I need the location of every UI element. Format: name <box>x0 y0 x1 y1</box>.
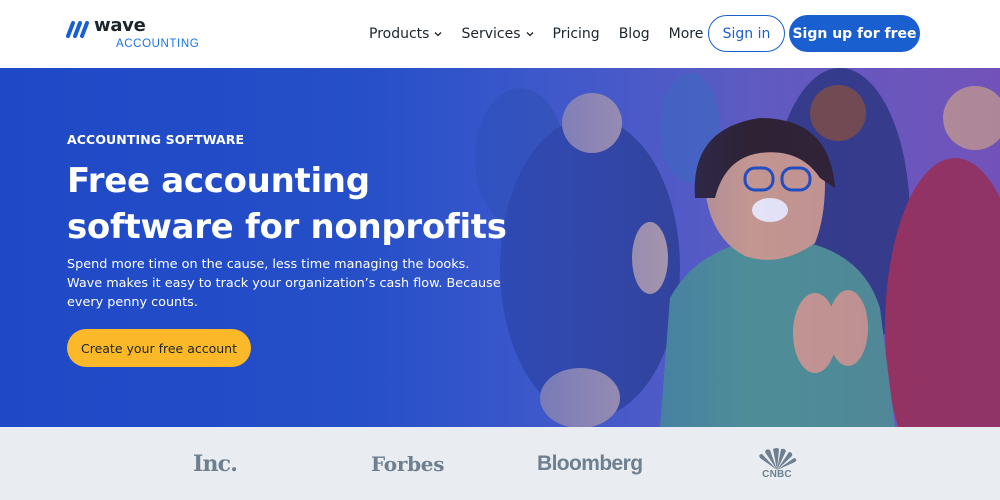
hero-eyebrow: ACCOUNTING SOFTWARE <box>67 132 245 147</box>
nav-item-label: Products <box>369 26 430 42</box>
cnbc-logo: CNBC <box>752 427 802 500</box>
bloomberg-logo: Bloomberg <box>537 451 643 475</box>
nav-item-blog[interactable]: Blog <box>619 26 650 42</box>
logo-wordmark: wave <box>94 15 146 36</box>
sign-in-button[interactable]: Sign in <box>708 15 785 52</box>
cnbc-wordmark: CNBC <box>762 468 792 480</box>
main-menu: Products Services Pricing Blog More <box>369 0 735 68</box>
nav-item-label: Pricing <box>552 26 600 42</box>
inc-logo: Inc. <box>193 450 238 477</box>
nav-item-services[interactable]: Services <box>461 26 533 42</box>
hero-section: ACCOUNTING SOFTWARE Free accounting soft… <box>0 68 1000 427</box>
chevron-down-icon <box>434 32 442 37</box>
create-account-button[interactable]: Create your free account <box>67 329 251 367</box>
nav-item-pricing[interactable]: Pricing <box>553 26 600 42</box>
wave-logo-icon <box>66 21 89 38</box>
nav-item-label: Services <box>461 26 521 42</box>
hero-subtext: Spend more time on the cause, less time … <box>67 257 501 310</box>
nav-item-label: More <box>668 26 704 42</box>
sign-up-button[interactable]: Sign up for free <box>789 15 920 52</box>
chevron-down-icon <box>526 32 533 37</box>
nav-item-label: Blog <box>618 26 650 42</box>
hero-headline: Free accounting software for nonprofits <box>67 161 507 247</box>
wave-logo[interactable]: wave ACCOUNTING <box>66 17 206 53</box>
logo-subtitle: ACCOUNTING <box>116 38 200 50</box>
top-nav: wave ACCOUNTING Products Services Pricin… <box>0 0 1000 68</box>
forbes-logo: Forbes <box>371 451 445 476</box>
nav-item-products[interactable]: Products <box>369 26 442 42</box>
press-bar: Inc. Forbes Bloomberg CNBC <box>0 427 1000 500</box>
